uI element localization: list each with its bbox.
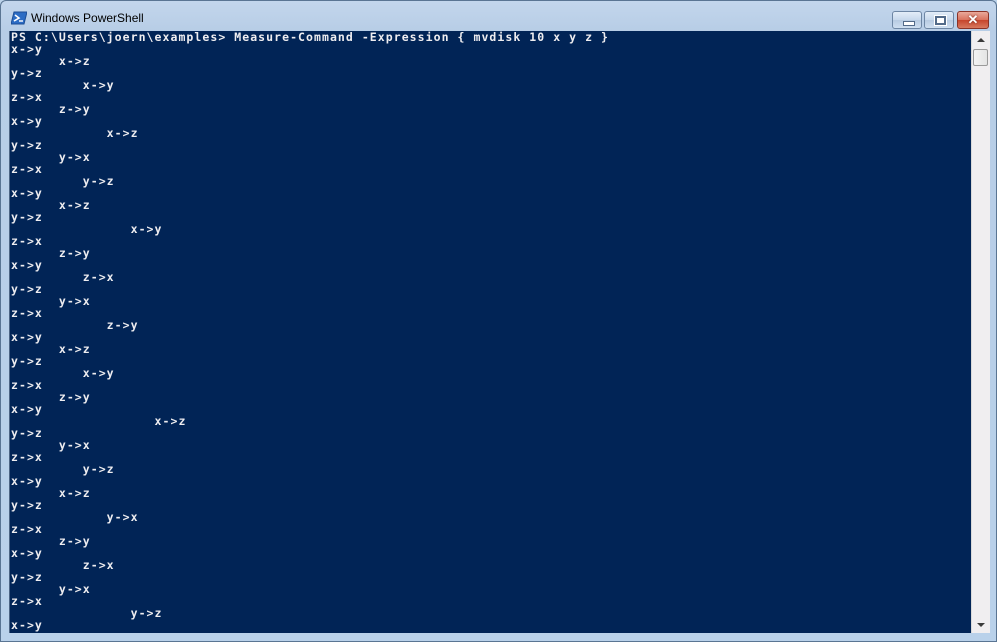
close-icon: ✕: [967, 12, 979, 27]
close-button[interactable]: ✕: [957, 11, 989, 29]
scroll-up-arrow-icon[interactable]: [972, 31, 990, 48]
scrollbar-thumb[interactable]: [973, 49, 988, 66]
maximize-icon: [925, 12, 953, 28]
command-prompt-line: PS C:\Users\joern\examples> Measure-Comm…: [11, 31, 610, 44]
output-line: x->y: [11, 618, 43, 632]
console-output[interactable]: PS C:\Users\joern\examples> Measure-Comm…: [9, 31, 972, 633]
minimize-icon: [893, 12, 921, 28]
maximize-button[interactable]: [924, 11, 954, 29]
vertical-scrollbar[interactable]: [971, 31, 990, 633]
scroll-down-arrow-icon[interactable]: [972, 616, 990, 633]
powershell-window: Windows PowerShell ✕ PS C:\Users\joern\e…: [0, 0, 997, 642]
powershell-icon: [11, 11, 27, 25]
title-bar[interactable]: Windows PowerShell ✕: [1, 1, 996, 31]
window-title: Windows PowerShell: [31, 11, 144, 25]
minimize-button[interactable]: [892, 11, 922, 29]
